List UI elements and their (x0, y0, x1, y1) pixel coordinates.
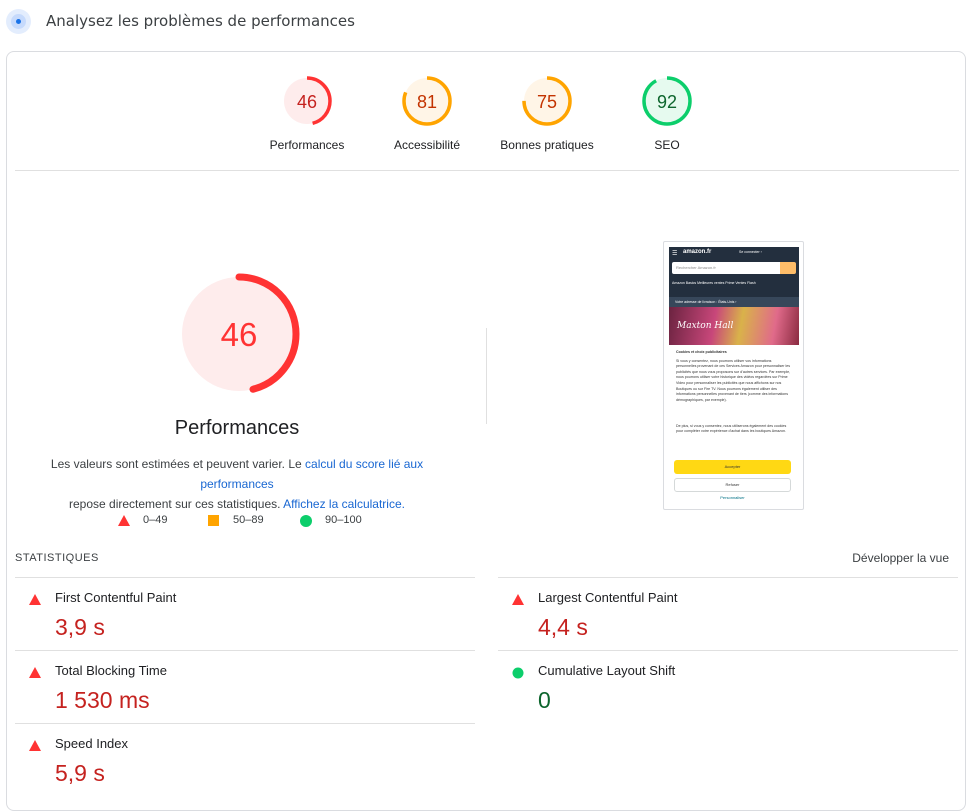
gauge-score: 81 (417, 92, 437, 112)
metric-name: Total Blocking Time (55, 663, 167, 678)
cookie-text-2: De plus, si vous y consentez, nous utili… (676, 423, 787, 434)
cookie-modal: Cookies et choix publicitaires Si vous y… (670, 346, 798, 508)
gauge-label: Accessibilité (393, 138, 461, 152)
accept-button: Accepter (674, 460, 791, 474)
metric-fcp: First Contentful Paint 3,9 s (15, 577, 475, 650)
gauge-label: Bonnes pratiques (500, 138, 594, 152)
metric-value: 4,4 s (538, 614, 588, 640)
page-title: Analysez les problèmes de performances (46, 12, 355, 30)
vertical-divider (486, 328, 487, 424)
gauge-ring: 92 (642, 76, 692, 126)
personalize-link: Personnaliser (720, 495, 745, 500)
amazon-header: ☰ amazon.fr Se connecter › Rechercher Am… (669, 247, 799, 297)
gauge-accessibilite[interactable]: 81 Accessibilité (367, 75, 487, 152)
metric-name: Cumulative Layout Shift (538, 663, 676, 678)
main-gauge-label: Performances (174, 417, 300, 439)
account-link: Se connecter › (739, 250, 762, 254)
cookie-text: Si vous y consentez, nous pourrons utili… (676, 358, 791, 402)
metric-name: Largest Contentful Paint (538, 590, 678, 605)
banner-title: Maxton Hall (677, 321, 734, 331)
amazon-search: Rechercher Amazon.fr (672, 262, 786, 274)
report-card: 46 Performances 81 Accessibilité 75 Bonn… (6, 51, 966, 811)
gauge-label: Performances (269, 138, 345, 152)
lighthouse-radar-icon (6, 9, 31, 34)
metric-value: 3,9 s (55, 614, 105, 640)
gauge-label: SEO (654, 138, 680, 152)
gauge-performances[interactable]: 46 Performances (247, 75, 367, 152)
triangle-icon (29, 740, 41, 751)
divider (15, 170, 959, 171)
cookie-title: Cookies et choix publicitaires (676, 350, 727, 354)
page-screenshot-thumbnail[interactable]: ☰ amazon.fr Se connecter › Rechercher Am… (663, 241, 804, 510)
triangle-icon (29, 667, 41, 678)
page-header: Analysez les problèmes de performances (0, 0, 977, 46)
circle-icon (300, 515, 312, 527)
stats-title: STATISTIQUES (15, 552, 99, 564)
amazon-nav: Amazon Basics Meilleures ventes Prime Ve… (672, 281, 756, 285)
metric-si: Speed Index 5,9 s (15, 723, 475, 796)
search-icon (780, 262, 796, 274)
main-gauge-score: 46 (221, 316, 258, 353)
description-text: repose directement sur ces statistiques. (69, 497, 284, 511)
gauge-ring: 75 (522, 76, 572, 126)
metric-tbt: Total Blocking Time 1 530 ms (15, 650, 475, 723)
category-gauges: 46 Performances 81 Accessibilité 75 Bonn… (7, 52, 967, 170)
performance-main-gauge: 46 (178, 273, 300, 395)
promo-banner: Maxton Hall (669, 307, 799, 345)
square-icon (208, 515, 219, 526)
calculator-link[interactable]: Affichez la calculatrice. (283, 497, 405, 511)
triangle-icon (29, 594, 41, 605)
expand-view-button[interactable]: Développer la vue (852, 551, 949, 565)
gauge-score: 46 (297, 92, 317, 112)
metric-lcp: Largest Contentful Paint 4,4 s (498, 577, 958, 650)
menu-icon: ☰ (672, 251, 678, 257)
gauge-seo[interactable]: 92 SEO (607, 75, 727, 152)
score-description: Les valeurs sont estimées et peuvent var… (27, 454, 447, 514)
circle-icon (512, 667, 524, 679)
delivery-address: Votre adresse de livraison : États-Unis … (669, 297, 799, 307)
metric-cls: Cumulative Layout Shift 0 (498, 650, 958, 723)
refuse-button: Refuser (674, 478, 791, 492)
metric-value: 5,9 s (55, 760, 105, 786)
gauge-bonnes-pratiques[interactable]: 75 Bonnes pratiques (487, 75, 607, 152)
metric-name: Speed Index (55, 736, 129, 751)
triangle-icon (512, 594, 524, 605)
gauge-ring: 46 (282, 76, 332, 126)
gauge-score: 75 (537, 92, 557, 112)
gauge-score: 92 (657, 92, 677, 112)
gauge-ring: 81 (402, 76, 452, 126)
metric-name: First Contentful Paint (55, 590, 177, 605)
description-text: Les valeurs sont estimées et peuvent var… (50, 457, 306, 471)
amazon-logo: amazon.fr (683, 249, 712, 255)
metric-value: 0 (538, 687, 551, 713)
metric-value: 1 530 ms (55, 687, 150, 713)
triangle-icon (118, 515, 130, 526)
